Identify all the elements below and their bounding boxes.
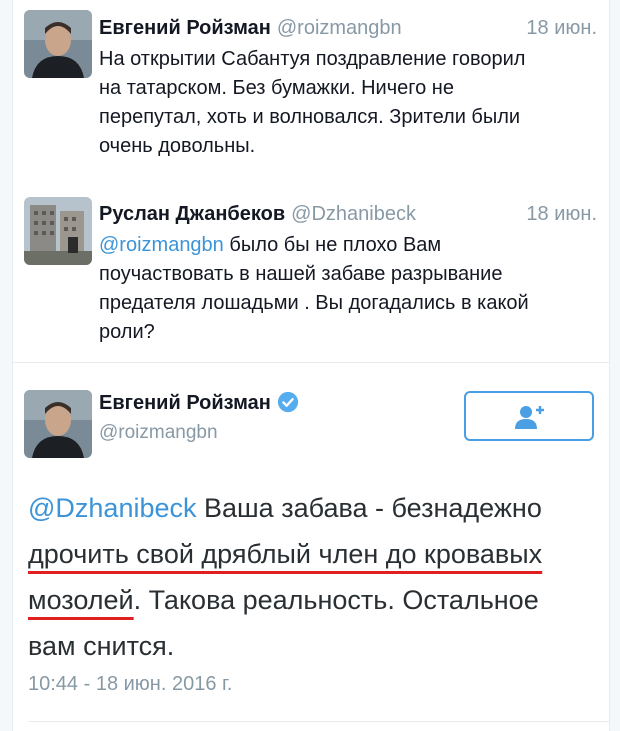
tweet-text-line: на татарском. Без бумажки. Ничего не: [99, 77, 454, 99]
author-name[interactable]: Евгений Ройзман: [99, 392, 271, 414]
divider: [28, 721, 609, 722]
author-name[interactable]: Евгений Ройзман: [99, 17, 271, 39]
follow-button[interactable]: [464, 391, 594, 441]
tweet-text-rest: . Такова реальность. Остальное: [133, 585, 539, 615]
tweet-text-line: роли?: [99, 321, 155, 343]
tweet-text-line: предателя лошадьми . Вы догадались в как…: [99, 292, 529, 314]
author-handle[interactable]: @Dzhanibeck: [291, 203, 416, 225]
tweet-text-line: очень довольны.: [99, 135, 256, 157]
tweet-time[interactable]: 18 июн.: [526, 203, 597, 226]
tweet-author[interactable]: Руслан Джанбеков @Dzhanibeck: [99, 203, 416, 226]
author-handle[interactable]: @roizmangbn: [99, 422, 218, 444]
verified-badge-icon: [277, 391, 298, 413]
avatar-roizman[interactable]: [24, 10, 92, 78]
avatar-roizman[interactable]: [24, 390, 92, 458]
tweet-text-line: дрочить свой дряблый член до кровавых: [28, 531, 598, 577]
tweet-text-line: @Dzhanibeck Ваша забава - безнадежно: [28, 485, 598, 531]
tweet-author[interactable]: Евгений Ройзман @roizmangbn: [99, 17, 402, 40]
tweet-text: @roizmangbn было бы не плохо Вам поучаст…: [99, 231, 604, 347]
add-user-icon: [515, 406, 544, 429]
focused-tweet-card: Евгений Ройзман @roizmangbn @Dzhanibeck …: [12, 363, 610, 731]
tweet-text: На открытии Сабантуя поздравление говори…: [99, 45, 604, 161]
tweet-text-rest: было бы не плохо Вам: [223, 234, 442, 256]
mention-link[interactable]: @Dzhanibeck: [28, 493, 197, 523]
tweet-text-line: перепутал, хоть и волновался. Зрители бы…: [99, 106, 521, 128]
tweet-text-line: поучаствовать в нашей забаве разрывание: [99, 263, 503, 285]
conversation-card: Евгений Ройзман @roizmangbn 18 июн. На от…: [12, 0, 610, 363]
underlined-text: дрочить свой дряблый член до кровавых: [28, 539, 543, 569]
underlined-text: мозолей: [28, 585, 134, 615]
focused-tweet-text: @Dzhanibeck Ваша забава - безнадежно дро…: [28, 485, 598, 669]
avatar-dzhanbekov[interactable]: [24, 197, 92, 265]
tweet-timestamp[interactable]: 10:44 - 18 июн. 2016 г.: [28, 673, 232, 696]
author-name-row[interactable]: Евгений Ройзман: [99, 391, 299, 415]
tweet-text-line: вам снится.: [28, 631, 175, 661]
tweet-text-line: На открытии Сабантуя поздравление говори…: [99, 48, 526, 70]
tweet-text-line: @roizmangbn было бы не плохо Вам: [99, 231, 604, 260]
mention-link[interactable]: @roizmangbn: [99, 234, 224, 256]
tweet-text-line: мозолей. Такова реальность. Остальное: [28, 577, 598, 623]
tweet-thread: Евгений Ройзман @roizmangbn 18 июн. На от…: [0, 0, 620, 731]
author-name[interactable]: Руслан Джанбеков: [99, 203, 285, 225]
author-handle[interactable]: @roizmangbn: [277, 17, 402, 39]
tweet-text-rest: Ваша забава - безнадежно: [196, 493, 542, 523]
tweet-time[interactable]: 18 июн.: [526, 17, 597, 40]
